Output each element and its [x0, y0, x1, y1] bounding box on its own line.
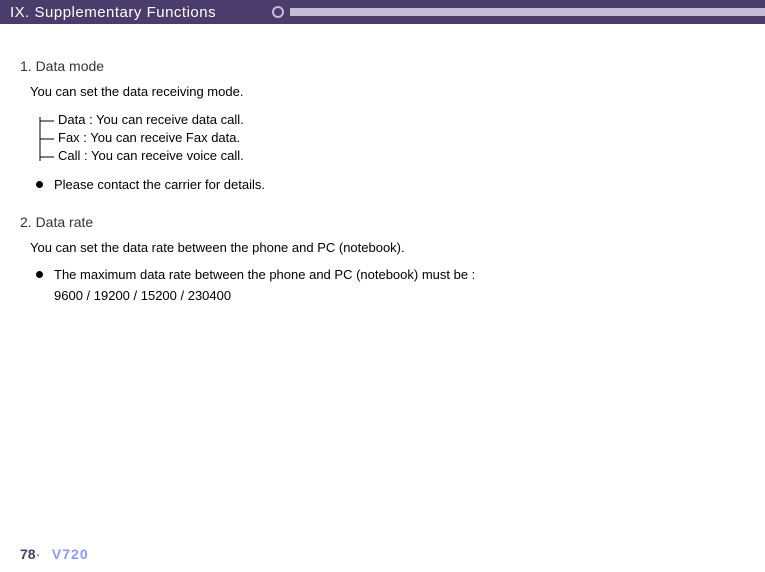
section2-desc: You can set the data rate between the ph…: [30, 240, 745, 255]
header-title: IX. Supplementary Functions: [0, 4, 216, 21]
section1-options: Data : You can receive data call. Fax : …: [36, 111, 745, 165]
option-fax: Fax : You can receive Fax data.: [36, 129, 745, 147]
header-dot-icon: [272, 6, 284, 18]
section2-bullet: The maximum data rate between the phone …: [36, 267, 745, 282]
page-number: 78: [20, 546, 36, 562]
section1-title: 1. Data mode: [20, 58, 745, 74]
page-dot: ·: [36, 546, 41, 562]
header-line-decoration: [290, 8, 765, 16]
header-bar: IX. Supplementary Functions: [0, 0, 765, 24]
section1-bullet: Please contact the carrier for details.: [36, 177, 745, 192]
option-call: Call : You can receive voice call.: [36, 147, 745, 165]
footer: 78· V720: [20, 546, 89, 562]
section2-title: 2. Data rate: [20, 214, 745, 230]
section-data-mode: 1. Data mode You can set the data receiv…: [20, 58, 745, 192]
section-data-rate: 2. Data rate You can set the data rate b…: [20, 214, 745, 303]
option-data: Data : You can receive data call.: [36, 111, 745, 129]
section2-bullet-sub: 9600 / 19200 / 15200 / 230400: [54, 288, 745, 303]
model-label: V720: [52, 546, 89, 562]
section2-bullet-text: The maximum data rate between the phone …: [54, 267, 475, 282]
bullet-icon: [36, 181, 43, 188]
section1-bullet-text: Please contact the carrier for details.: [54, 177, 265, 192]
section1-desc: You can set the data receiving mode.: [30, 84, 745, 99]
main-content: 1. Data mode You can set the data receiv…: [0, 24, 765, 303]
bullet-icon: [36, 271, 43, 278]
